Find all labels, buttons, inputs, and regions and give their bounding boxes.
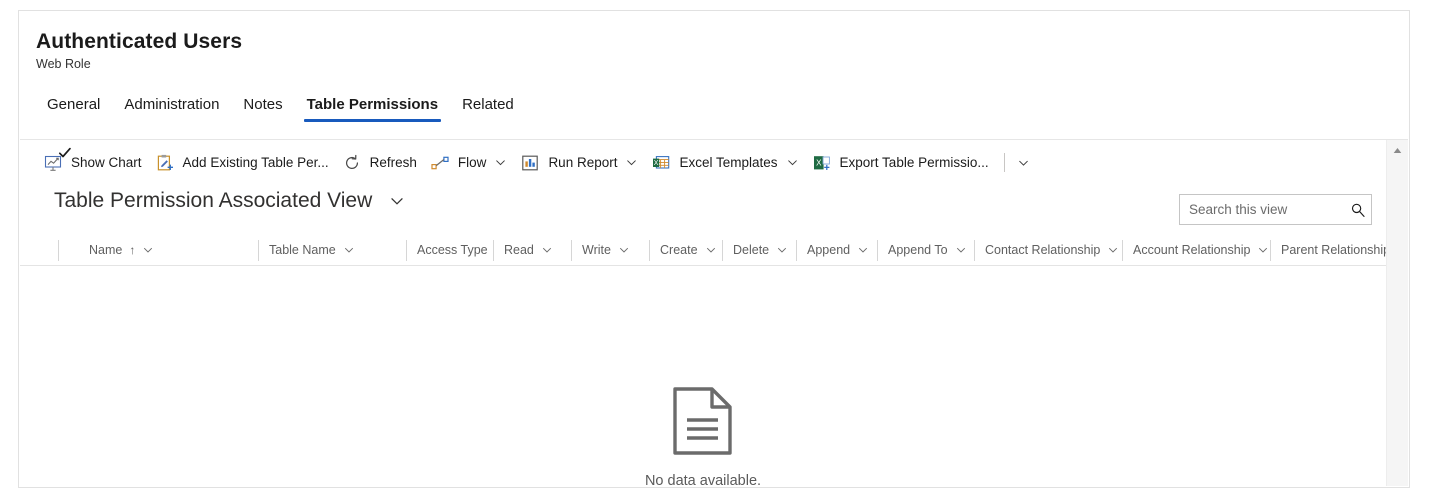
- chevron-down-icon[interactable]: [776, 244, 788, 256]
- chevron-down-icon: [494, 156, 507, 169]
- column-header-append-to[interactable]: Append To: [877, 235, 974, 265]
- chevron-down-icon[interactable]: [618, 244, 630, 256]
- caret-up-icon: [1393, 141, 1402, 159]
- command-label: Show Chart: [71, 155, 142, 170]
- tab-label: Notes: [243, 96, 283, 113]
- column-header-label: Parent Relationship: [1281, 243, 1386, 257]
- command-label: Run Report: [548, 155, 618, 170]
- refresh-icon: [343, 154, 361, 172]
- tab-table-permissions[interactable]: Table Permissions: [295, 93, 450, 122]
- empty-state-message: No data available.: [644, 473, 762, 488]
- grid-empty-state: No data available.: [20, 266, 1386, 488]
- view-title: Table Permission Associated View: [54, 189, 373, 212]
- column-header-parent-relationship[interactable]: Parent Relationship: [1270, 235, 1386, 265]
- command-excel-templates[interactable]: X Excel Templates: [645, 145, 805, 181]
- command-label: Flow: [457, 155, 487, 170]
- command-label: Export Table Permissio...: [839, 155, 989, 170]
- view-header-row: Table Permission Associated View: [20, 185, 1386, 233]
- command-label: Excel Templates: [679, 155, 778, 170]
- chevron-down-icon: [625, 156, 638, 169]
- chevron-down-icon[interactable]: [343, 244, 355, 256]
- add-existing-icon: [156, 154, 174, 172]
- tab-label: General: [47, 96, 101, 113]
- column-header-append[interactable]: Append: [796, 235, 877, 265]
- select-all-checkbox[interactable]: [58, 140, 80, 171]
- command-label: Refresh: [369, 155, 417, 170]
- command-bar: Show Chart Add Existing Table Per... Refre…: [20, 140, 1386, 185]
- column-header-label: Delete: [733, 243, 770, 257]
- chevron-down-icon[interactable]: [541, 244, 553, 256]
- command-show-chart[interactable]: Show Chart: [37, 145, 149, 181]
- search-icon[interactable]: [1345, 202, 1371, 218]
- scroll-up-button[interactable]: [1387, 140, 1408, 159]
- tab-administration[interactable]: Administration: [112, 93, 231, 122]
- view-selector[interactable]: Table Permission Associated View: [54, 189, 405, 213]
- column-header-create[interactable]: Create: [649, 235, 722, 265]
- form-tabs: General Administration Notes Table Permissi…: [35, 93, 526, 127]
- column-header-account-relationship[interactable]: Account Relationship: [1122, 235, 1270, 265]
- column-header-label: Access Type: [417, 243, 488, 257]
- column-header-access-type[interactable]: Access Type: [406, 235, 493, 265]
- column-header-label: Create: [660, 243, 698, 257]
- command-bar-overflow-button[interactable]: [1009, 145, 1038, 181]
- chevron-down-icon: [1017, 156, 1030, 169]
- svg-text:X: X: [816, 158, 822, 167]
- column-header-label: Name: [89, 243, 123, 257]
- document-icon: [671, 386, 735, 461]
- flow-icon: [431, 154, 449, 172]
- command-add-existing-table-per[interactable]: Add Existing Table Per...: [149, 145, 336, 181]
- tab-label: Administration: [124, 96, 220, 113]
- tab-related[interactable]: Related: [450, 93, 526, 122]
- command-bar-divider: [1003, 153, 1005, 172]
- column-header-label: Table Name: [269, 243, 336, 257]
- chevron-down-icon: [389, 193, 405, 209]
- grid-panel: Show Chart Add Existing Table Per... Refre…: [20, 139, 1408, 488]
- app-root: Authenticated Users Web Role General Admi…: [0, 0, 1430, 500]
- column-header-delete[interactable]: Delete: [722, 235, 796, 265]
- sort-ascending-icon: ↑: [129, 243, 136, 257]
- run-report-icon: [521, 154, 539, 172]
- excel-templates-icon: X: [652, 154, 670, 172]
- chevron-down-icon[interactable]: [705, 244, 717, 256]
- column-header-label: Account Relationship: [1133, 243, 1251, 257]
- command-refresh[interactable]: Refresh: [336, 145, 424, 181]
- column-header-read[interactable]: Read: [493, 235, 571, 265]
- tab-general[interactable]: General: [35, 93, 112, 122]
- command-flow[interactable]: Flow: [424, 145, 515, 181]
- record-subtitle: Web Role: [36, 57, 91, 71]
- search-input[interactable]: [1180, 202, 1345, 217]
- chevron-down-icon[interactable]: [857, 244, 869, 256]
- checkmark-icon: [58, 146, 72, 165]
- column-header-write[interactable]: Write: [571, 235, 649, 265]
- command-label: Add Existing Table Per...: [182, 155, 329, 170]
- record-form-card: Authenticated Users Web Role General Admi…: [18, 10, 1410, 488]
- chevron-down-icon[interactable]: [1107, 244, 1119, 256]
- export-excel-icon: X: [813, 154, 831, 172]
- command-run-report[interactable]: Run Report: [514, 145, 645, 181]
- command-export-table-permissio[interactable]: X Export Table Permissio...: [806, 145, 996, 181]
- grid-column-headers: Name ↑ Table Name Access Type Read Write Creat…: [20, 235, 1386, 266]
- tab-label: Table Permissions: [306, 96, 439, 113]
- column-header-label: Append To: [888, 243, 948, 257]
- search-box[interactable]: [1179, 194, 1372, 225]
- chevron-down-icon[interactable]: [955, 244, 967, 256]
- page-title: Authenticated Users: [36, 30, 243, 53]
- svg-text:X: X: [654, 160, 659, 167]
- column-header-label: Append: [807, 243, 851, 257]
- tab-notes[interactable]: Notes: [231, 93, 294, 122]
- chevron-down-icon: [786, 156, 799, 169]
- column-header-label: Write: [582, 243, 611, 257]
- vertical-scrollbar[interactable]: [1386, 140, 1408, 486]
- column-header-label: Read: [504, 243, 534, 257]
- column-header-name[interactable]: Name ↑: [58, 235, 258, 265]
- column-header-label: Contact Relationship: [985, 243, 1101, 257]
- tab-label: Related: [462, 96, 514, 113]
- column-header-contact-relationship[interactable]: Contact Relationship: [974, 235, 1122, 265]
- chevron-down-icon[interactable]: [1257, 244, 1269, 256]
- chevron-down-icon[interactable]: [142, 244, 154, 256]
- record-header: Authenticated Users Web Role: [36, 29, 936, 73]
- column-header-table-name[interactable]: Table Name: [258, 235, 406, 265]
